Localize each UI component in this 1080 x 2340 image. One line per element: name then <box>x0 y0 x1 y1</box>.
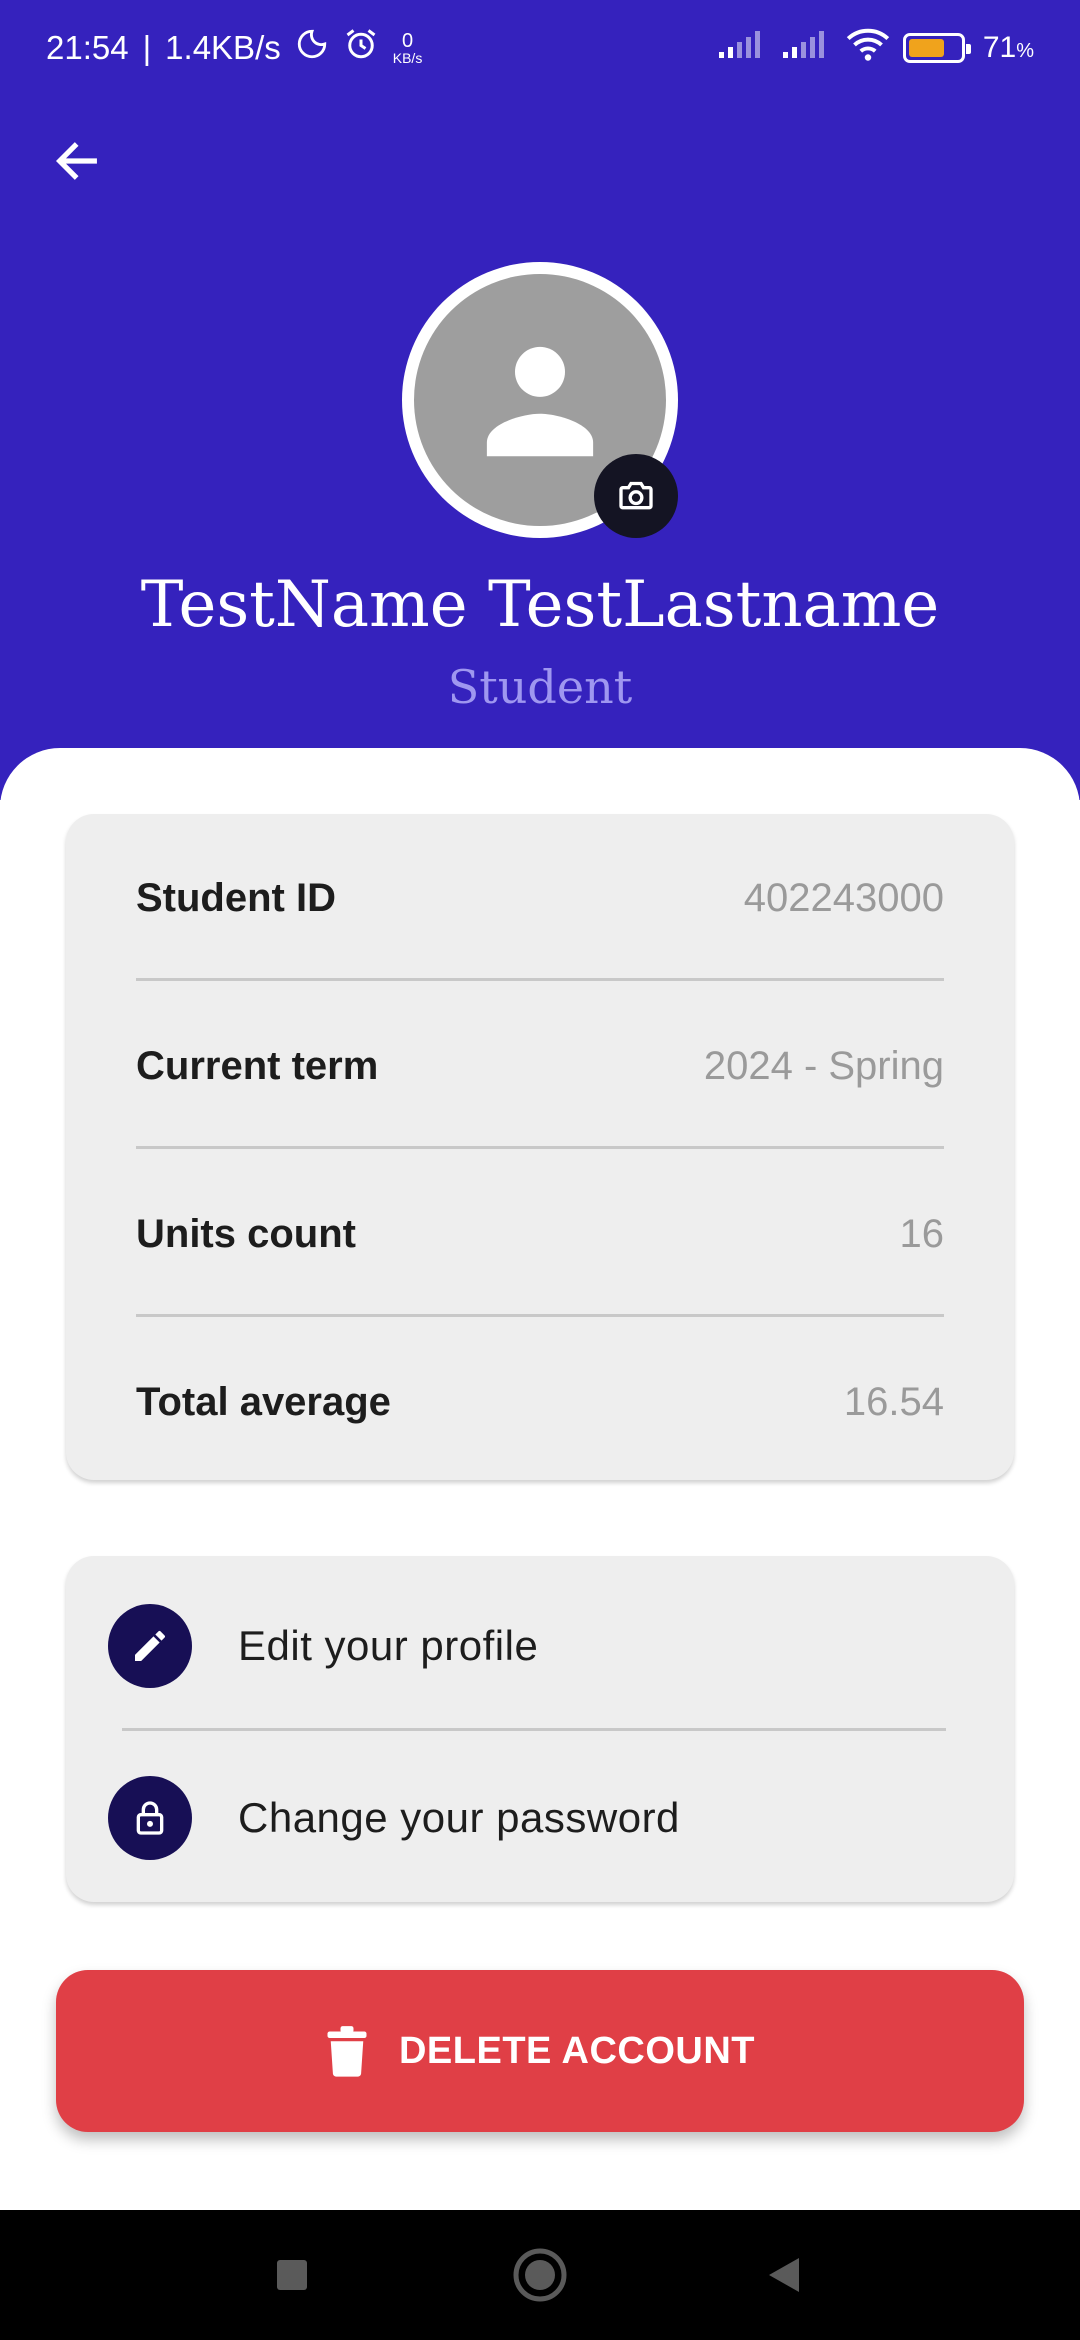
info-label: Units count <box>136 1211 356 1256</box>
divider <box>136 978 944 981</box>
net-rate-indicator: 0 KB/s <box>393 31 423 65</box>
info-value: 16.54 <box>843 1379 944 1424</box>
battery-percent: 71% <box>983 31 1034 65</box>
info-row-current-term: Current term 2024 - Spring <box>136 982 944 1150</box>
battery-icon <box>902 33 971 63</box>
camera-icon <box>619 481 653 510</box>
battery-percent-value: 71 <box>982 31 1017 64</box>
student-info-card: Student ID 402243000 Current term 2024 -… <box>66 814 1014 1480</box>
profile-header: 21:54 | 1.4KB/s 0 KB/s 71% TestName Test… <box>0 0 1080 800</box>
divider <box>122 1728 946 1731</box>
arrow-left-icon <box>55 142 97 180</box>
back-triangle-icon <box>769 2258 799 2292</box>
status-left: 21:54 | 1.4KB/s 0 KB/s <box>46 26 422 70</box>
info-label: Total average <box>136 1379 391 1424</box>
status-speed: 1.4KB/s <box>165 29 281 66</box>
signal-icon <box>717 28 769 68</box>
net-rate-value: 0 <box>401 30 414 52</box>
edit-profile-label: Edit your profile <box>238 1622 539 1669</box>
alarm-icon <box>343 26 379 70</box>
person-icon <box>486 346 594 457</box>
back-nav-button[interactable] <box>744 2240 824 2310</box>
home-button[interactable] <box>500 2240 580 2310</box>
change-password-label: Change your password <box>238 1794 680 1841</box>
status-time: 21:54 <box>46 29 129 66</box>
battery-percent-unit: % <box>1016 40 1034 62</box>
info-value: 16 <box>899 1211 945 1256</box>
info-value: 402243000 <box>743 875 944 920</box>
info-label: Current term <box>136 1043 379 1088</box>
info-row-total-average: Total average 16.54 <box>136 1318 944 1486</box>
status-right: 71% <box>717 26 1034 70</box>
back-button[interactable] <box>42 126 112 196</box>
wifi-icon <box>845 26 891 70</box>
moon-icon <box>295 27 329 69</box>
status-separator: | <box>142 29 152 66</box>
delete-account-label: DELETE ACCOUNT <box>398 2029 756 2072</box>
divider <box>136 1314 944 1317</box>
change-password-item[interactable]: Change your password <box>108 1738 988 1898</box>
profile-role: Student <box>447 660 633 714</box>
divider <box>136 1146 944 1149</box>
info-value: 2024 - Spring <box>703 1043 944 1088</box>
edit-profile-item[interactable]: Edit your profile <box>108 1566 988 1726</box>
pencil-icon <box>108 1604 192 1688</box>
home-circle-icon <box>513 2248 567 2302</box>
status-bar: 21:54 | 1.4KB/s 0 KB/s 71% <box>0 0 1080 100</box>
system-nav-bar <box>0 2210 1080 2340</box>
battery-level-fill <box>908 39 945 57</box>
profile-name: TestName TestLastname <box>140 568 940 642</box>
info-label: Student ID <box>136 875 336 920</box>
signal-icon <box>781 28 833 68</box>
net-rate-unit: KB/s <box>392 50 423 66</box>
trash-icon <box>327 2026 367 2077</box>
info-row-student-id: Student ID 402243000 <box>136 814 944 982</box>
recents-square-icon <box>277 2260 307 2290</box>
info-row-units-count: Units count 16 <box>136 1150 944 1318</box>
profile-avatar <box>402 262 678 538</box>
change-photo-button[interactable] <box>594 454 678 538</box>
delete-account-button[interactable]: DELETE ACCOUNT <box>56 1970 1024 2132</box>
lock-icon <box>108 1776 192 1860</box>
recents-button[interactable] <box>252 2240 332 2310</box>
